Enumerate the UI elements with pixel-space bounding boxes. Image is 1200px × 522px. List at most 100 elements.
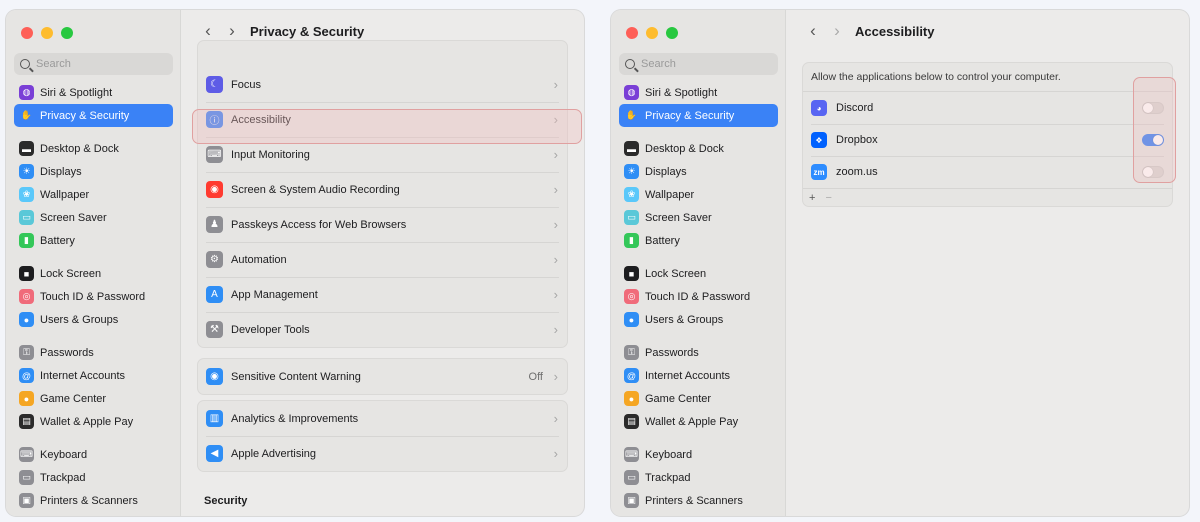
- list-item-partial[interactable]: [198, 41, 567, 67]
- page-title: Privacy & Security: [250, 23, 365, 39]
- add-button[interactable]: +: [809, 192, 815, 204]
- sidebar-item-wallpaper[interactable]: ❀ Wallpaper: [619, 183, 778, 206]
- sidebar-item-battery[interactable]: ▮ Battery: [619, 229, 778, 252]
- row-screen-system-audio-recording[interactable]: ◉ Screen & System Audio Recording ›: [198, 172, 567, 207]
- minimize-button[interactable]: [646, 27, 658, 39]
- row-sensitive-content-warning[interactable]: ◉ Sensitive Content Warning Off ›: [198, 359, 567, 394]
- app-row-dropbox: ❖ Dropbox: [803, 124, 1172, 156]
- sidebar-item-label: Internet Accounts: [40, 369, 125, 382]
- forward-button[interactable]: ›: [220, 21, 244, 41]
- row-focus[interactable]: ☾ Focus ›: [198, 67, 567, 102]
- sidebar-item-users-groups[interactable]: ● Users & Groups: [619, 308, 778, 331]
- zoom-button[interactable]: [61, 27, 73, 39]
- dock-icon: ▬: [19, 141, 34, 156]
- sidebar-item-wallpaper[interactable]: ❀ Wallpaper: [14, 183, 173, 206]
- sidebar-item-internet-accounts[interactable]: @ Internet Accounts: [14, 364, 173, 387]
- row-analytics-improvements[interactable]: ▥ Analytics & Improvements ›: [198, 401, 567, 436]
- chart-icon: ▥: [206, 410, 223, 427]
- sensitive-content-group: ◉ Sensitive Content Warning Off ›: [197, 358, 568, 395]
- sidebar-item-displays[interactable]: ☀ Displays: [619, 160, 778, 183]
- search-field[interactable]: [619, 53, 778, 75]
- row-developer-tools[interactable]: ⚒ Developer Tools ›: [198, 312, 567, 347]
- row-label: Focus: [231, 78, 261, 91]
- sidebar-item-lock-screen[interactable]: ■ Lock Screen: [619, 262, 778, 285]
- sidebar-item-touch-id-password[interactable]: ◎ Touch ID & Password: [14, 285, 173, 308]
- sidebar-item-label: Printers & Scanners: [645, 494, 743, 507]
- chevron-right-icon: ›: [553, 322, 558, 337]
- row-label: App Management: [231, 288, 318, 301]
- display-icon: ☀: [624, 164, 639, 179]
- page-title: Accessibility: [855, 23, 935, 39]
- row-passkeys-access-for-web-browsers[interactable]: ♟ Passkeys Access for Web Browsers ›: [198, 207, 567, 242]
- sidebar-item-label: Internet Accounts: [645, 369, 730, 382]
- keyboard-icon: ⌨: [206, 146, 223, 163]
- discord-icon: ◕: [811, 100, 827, 116]
- record-icon: ◉: [206, 181, 223, 198]
- sidebar-item-label: Users & Groups: [40, 313, 119, 326]
- zoom-button[interactable]: [666, 27, 678, 39]
- chevron-right-icon: ›: [553, 252, 558, 267]
- row-app-management[interactable]: A App Management ›: [198, 277, 567, 312]
- sidebar-item-internet-accounts[interactable]: @ Internet Accounts: [619, 364, 778, 387]
- search-field[interactable]: [14, 53, 173, 75]
- close-button[interactable]: [626, 27, 638, 39]
- sidebar-item-desktop-dock[interactable]: ▬ Desktop & Dock: [14, 137, 173, 160]
- sidebar-item-trackpad[interactable]: ▭ Trackpad: [14, 466, 173, 489]
- sidebar-item-lock-screen[interactable]: ■ Lock Screen: [14, 262, 173, 285]
- gamecenter-icon: ●: [19, 391, 34, 406]
- sidebar-item-label: Wallet & Apple Pay: [645, 415, 739, 428]
- chevron-right-icon: ›: [553, 411, 558, 426]
- sidebar-item-label: Privacy & Security: [40, 109, 130, 122]
- sidebar-item-label: Battery: [40, 234, 75, 247]
- sidebar-item-wallet-apple-pay[interactable]: ▤ Wallet & Apple Pay: [619, 410, 778, 433]
- search-input[interactable]: [36, 58, 156, 70]
- sidebar-item-keyboard[interactable]: ⌨ Keyboard: [619, 443, 778, 466]
- remove-button[interactable]: −: [825, 192, 831, 204]
- sidebar-item-displays[interactable]: ☀ Displays: [14, 160, 173, 183]
- sidebar-item-users-groups[interactable]: ● Users & Groups: [14, 308, 173, 331]
- sidebar-item-passwords[interactable]: ⚿ Passwords: [14, 341, 173, 364]
- sidebar-item-label: Siri & Spotlight: [40, 86, 113, 99]
- sidebar-item-label: Siri & Spotlight: [645, 86, 718, 99]
- sidebar-item-printers-scanners[interactable]: ▣ Printers & Scanners: [14, 489, 173, 512]
- sidebar-item-screen-saver[interactable]: ▭ Screen Saver: [619, 206, 778, 229]
- sidebar-item-wallet-apple-pay[interactable]: ▤ Wallet & Apple Pay: [14, 410, 173, 433]
- fingerprint-icon: ◎: [624, 289, 639, 304]
- hammer-icon: ⚒: [206, 321, 223, 338]
- sidebar-item-game-center[interactable]: ● Game Center: [619, 387, 778, 410]
- sidebar-item-touch-id-password[interactable]: ◎ Touch ID & Password: [619, 285, 778, 308]
- back-button[interactable]: ‹: [196, 21, 220, 41]
- sidebar-item-passwords[interactable]: ⚿ Passwords: [619, 341, 778, 364]
- search-input[interactable]: [641, 58, 761, 70]
- row-automation[interactable]: ⚙ Automation ›: [198, 242, 567, 277]
- sidebar-item-label: Passwords: [645, 346, 699, 359]
- sidebar-item-label: Wallpaper: [40, 188, 90, 201]
- sidebar-item-siri-spotlight[interactable]: ◍ Siri & Spotlight: [619, 81, 778, 104]
- users-icon: ●: [19, 312, 34, 327]
- gears-icon: ⚙: [206, 251, 223, 268]
- sidebar-item-label: Wallpaper: [645, 188, 695, 201]
- trackpad-icon: ▭: [19, 470, 34, 485]
- sidebar-item-siri-spotlight[interactable]: ◍ Siri & Spotlight: [14, 81, 173, 104]
- back-button[interactable]: ‹: [801, 21, 825, 41]
- sidebar-item-printers-scanners[interactable]: ▣ Printers & Scanners: [619, 489, 778, 512]
- sidebar-item-screen-saver[interactable]: ▭ Screen Saver: [14, 206, 173, 229]
- sidebar-item-keyboard[interactable]: ⌨ Keyboard: [14, 443, 173, 466]
- app-row-zoom-us: zm zoom.us: [803, 156, 1172, 188]
- sidebar-item-game-center[interactable]: ● Game Center: [14, 387, 173, 410]
- sidebar-item-label: Screen Saver: [40, 211, 107, 224]
- sidebar-item-label: Touch ID & Password: [645, 290, 751, 303]
- chevron-right-icon: ›: [553, 287, 558, 302]
- sidebar-item-battery[interactable]: ▮ Battery: [14, 229, 173, 252]
- sidebar-item-privacy-security[interactable]: ✋ Privacy & Security: [14, 104, 173, 127]
- sidebar: ◍ Siri & Spotlight ✋ Privacy & Security ▬ Des…: [6, 10, 181, 516]
- close-button[interactable]: [21, 27, 33, 39]
- sidebar-item-trackpad[interactable]: ▭ Trackpad: [619, 466, 778, 489]
- minimize-button[interactable]: [41, 27, 53, 39]
- row-apple-advertising[interactable]: ◀ Apple Advertising ›: [198, 436, 567, 471]
- sidebar-item-privacy-security[interactable]: ✋ Privacy & Security: [619, 104, 778, 127]
- battery-icon: ▮: [624, 233, 639, 248]
- sidebar-item-desktop-dock[interactable]: ▬ Desktop & Dock: [619, 137, 778, 160]
- forward-button[interactable]: ›: [825, 21, 849, 41]
